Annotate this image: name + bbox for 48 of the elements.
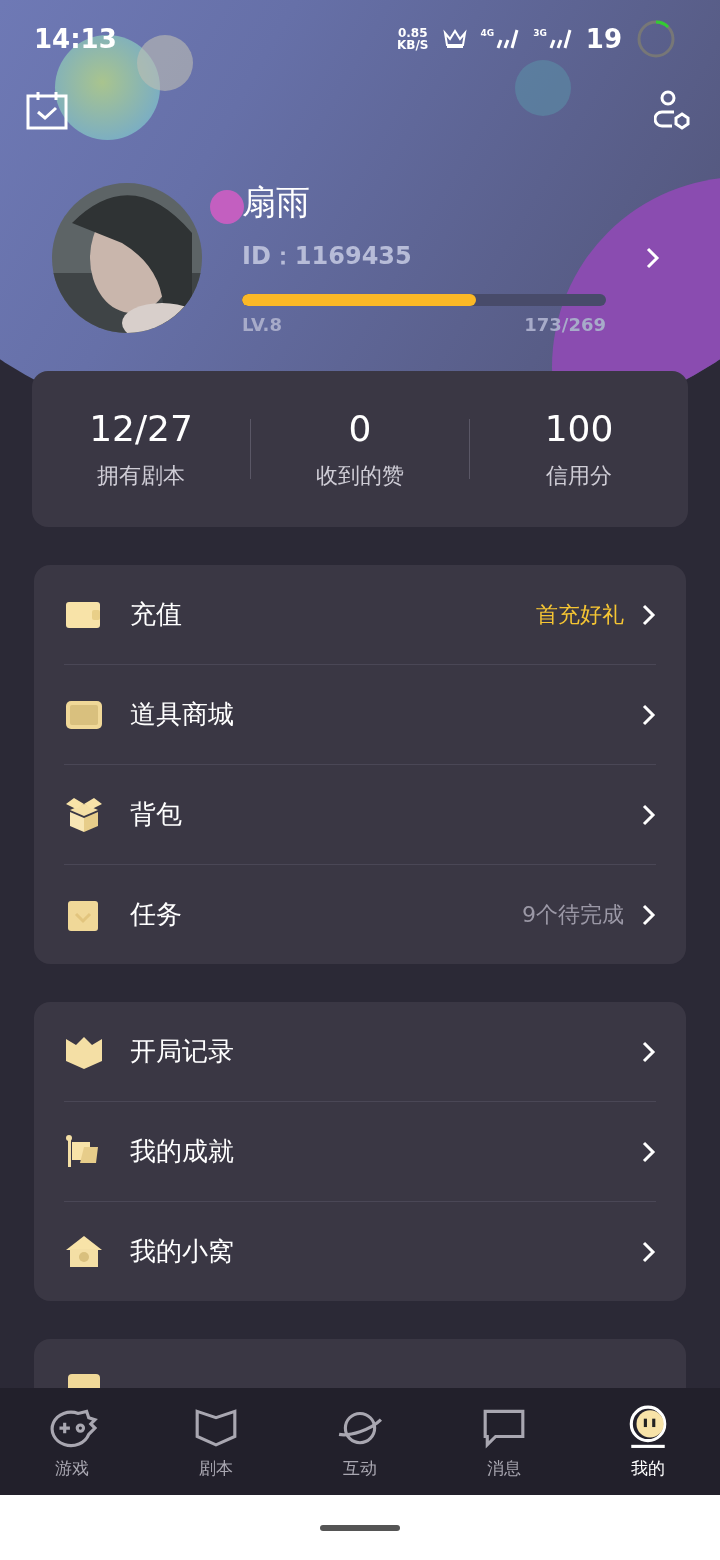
menu-note: 9个待完成 (522, 900, 624, 929)
menu-item[interactable]: 开局记录 (130, 1034, 642, 1069)
stat-value: 100 (544, 407, 614, 449)
chevron-right-icon (642, 603, 656, 626)
menu-item[interactable]: 背包 (130, 797, 642, 832)
bubble-decoration (515, 60, 571, 116)
chevron-right-icon (642, 903, 656, 926)
battery-ring-icon (636, 19, 676, 59)
menu-item[interactable]: 充值 (130, 597, 536, 632)
menu-item[interactable]: 道具商城 (130, 697, 642, 732)
nav-tab[interactable]: 剧本 (144, 1388, 288, 1495)
nav-tab[interactable]: 消息 (432, 1388, 576, 1495)
network-type: 4G (480, 28, 495, 38)
stat-value: 0 (348, 407, 372, 449)
menu-item[interactable]: 任务 (130, 897, 522, 932)
exp-count: 173/269 (524, 314, 606, 335)
network-speed-unit: KB/S (397, 39, 429, 51)
network-type: 3G (533, 28, 547, 38)
signal-icon (547, 28, 572, 50)
user-settings-icon[interactable] (654, 90, 690, 130)
chevron-right-icon (642, 1240, 656, 1263)
nav-tab[interactable]: 互动 (288, 1388, 432, 1495)
chevron-right-icon (642, 803, 656, 826)
signal-icon (495, 28, 520, 50)
nav-tab[interactable]: 我的 (576, 1388, 720, 1495)
user-name: 扇雨 (242, 181, 311, 224)
chevron-right-icon (642, 1140, 656, 1163)
menu-item[interactable]: 我的小窝 (130, 1234, 642, 1269)
menu-item[interactable]: 我的成就 (130, 1134, 642, 1169)
network-speed: 0.85 (397, 27, 428, 39)
chevron-right-icon (642, 703, 656, 726)
crown-icon (442, 29, 467, 49)
stat-label: 信用分 (546, 461, 612, 490)
chevron-right-icon (646, 246, 660, 269)
home-indicator[interactable] (320, 1524, 400, 1531)
status-time: 14:13 (34, 24, 117, 54)
battery-level: 19 (585, 24, 622, 54)
menu-note: 首充好礼 (536, 600, 624, 629)
nav-tab[interactable]: 游戏 (0, 1388, 144, 1495)
stat-value: 12/27 (89, 407, 193, 449)
level-label: LV.8 (242, 314, 282, 335)
stat-label: 拥有剧本 (97, 461, 185, 490)
user-id: ID：1169435 (242, 241, 413, 272)
calendar-check-icon[interactable] (26, 90, 68, 130)
chevron-right-icon (642, 1040, 656, 1063)
stat-label: 收到的赞 (316, 461, 404, 490)
bubble-decoration (210, 190, 244, 224)
open-box-icon (64, 795, 104, 834)
